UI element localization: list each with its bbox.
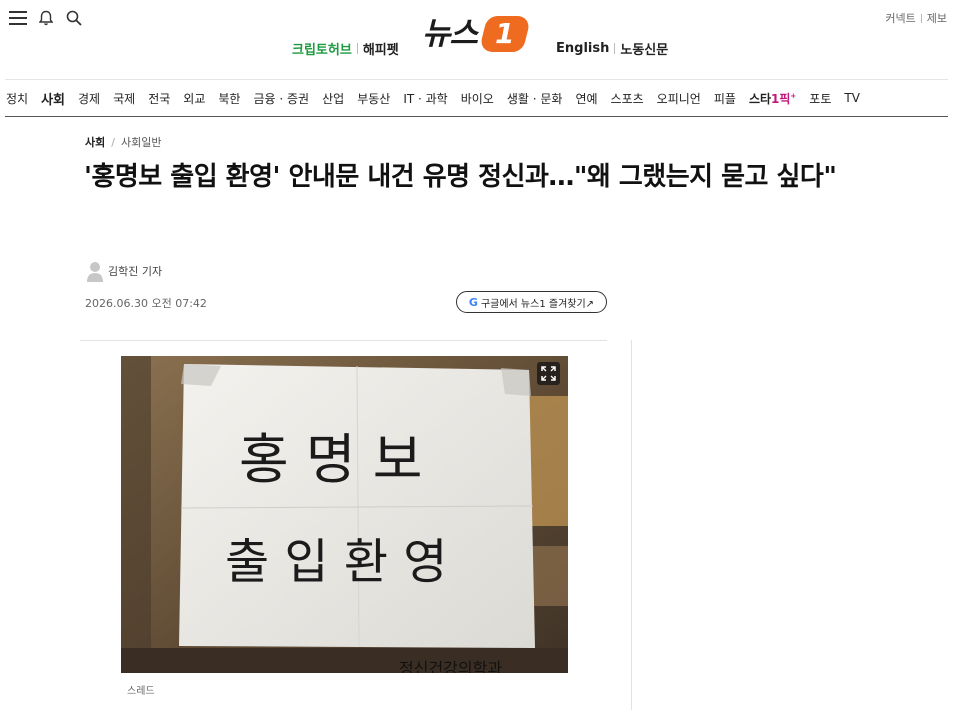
nav-item-opinion[interactable]: 오피니언 <box>657 90 701 107</box>
north-korea-news-link[interactable]: 노동신문 <box>620 39 668 58</box>
photo-illustration: 홍 명 보 출 입 환 영 정신건강의학과 <box>121 356 568 673</box>
nav-item-politics[interactable]: 정치 <box>6 90 28 107</box>
byline: 김학진 기자 <box>86 260 162 282</box>
logo-badge: 1 <box>478 16 532 52</box>
sub-links-left: 크립토허브 해피펫 <box>292 39 399 58</box>
sub-links-right: English 노동신문 <box>556 39 668 58</box>
nav-item-diplomacy[interactable]: 외교 <box>183 90 205 107</box>
breadcrumb-section[interactable]: 사회 <box>85 134 105 150</box>
google-icon: G <box>468 295 478 309</box>
nav-item-life-culture[interactable]: 생활 · 문화 <box>507 90 563 107</box>
google-bookmark-label: 구글에서 뉴스1 즐겨찾기↗ <box>480 298 595 310</box>
report-link[interactable]: 제보 <box>927 10 947 26</box>
star-pick-prefix: 스타 <box>748 91 772 106</box>
menu-icon[interactable] <box>8 8 28 28</box>
author-name[interactable]: 김학진 기자 <box>108 263 162 279</box>
nav-item-star-pick[interactable]: 스타1픽+ <box>749 90 796 107</box>
nav-item-national[interactable]: 전국 <box>148 90 170 107</box>
nav-item-real-estate[interactable]: 부동산 <box>357 90 390 107</box>
english-link[interactable]: English <box>556 41 609 56</box>
nav-item-it-science[interactable]: IT · 과학 <box>403 90 447 107</box>
nav-item-economy[interactable]: 경제 <box>78 90 100 107</box>
connect-link[interactable]: 커넥트 <box>885 10 915 26</box>
section-nav: 정치 사회 경제 국제 전국 외교 북한 금융 · 증권 산업 부동산 IT ·… <box>5 79 948 117</box>
top-bar: 뉴스 1 크립토허브 해피펫 English 노동신문 커넥트 제보 <box>0 0 960 78</box>
nav-item-people[interactable]: 피플 <box>714 90 736 107</box>
nav-item-entertainment[interactable]: 연예 <box>575 90 597 107</box>
nav-item-bio[interactable]: 바이오 <box>461 90 494 107</box>
article-photo[interactable]: 홍 명 보 출 입 환 영 정신건강의학과 <box>121 356 568 673</box>
breadcrumb-subsection[interactable]: 사회일반 <box>121 134 161 150</box>
divider <box>920 13 922 23</box>
nav-item-sports[interactable]: 스포츠 <box>611 90 644 107</box>
star-pick-suffix: 1픽 <box>771 91 791 106</box>
logo-badge-number: 1 <box>495 17 515 50</box>
breadcrumb: 사회 / 사회일반 <box>85 134 161 150</box>
photo-text-line2: 출 입 환 영 <box>225 534 447 590</box>
nav-item-photo[interactable]: 포토 <box>809 90 831 107</box>
expand-icon <box>541 366 556 381</box>
photo-caption: 스레드 <box>127 686 155 697</box>
expand-photo-button[interactable] <box>537 362 560 385</box>
header-divider <box>80 340 607 341</box>
logo-text: 뉴스 <box>422 16 478 52</box>
nav-item-tv[interactable]: TV <box>844 91 860 105</box>
bell-icon[interactable] <box>36 8 56 28</box>
column-divider <box>631 340 632 710</box>
nav-item-industry[interactable]: 산업 <box>322 90 344 107</box>
top-icon-group <box>8 8 84 28</box>
publish-date: 2026.06.30 오전 07:42 <box>85 297 207 310</box>
search-icon[interactable] <box>64 8 84 28</box>
nav-item-finance[interactable]: 금융 · 증권 <box>253 90 309 107</box>
nav-item-north-korea[interactable]: 북한 <box>218 90 240 107</box>
crypto-hub-link[interactable]: 크립토허브 <box>292 39 352 58</box>
photo-text-line1: 홍 명 보 <box>239 428 422 491</box>
google-bookmark-button[interactable]: G 구글에서 뉴스1 즐겨찾기↗ <box>456 291 607 313</box>
reporter-avatar-icon <box>87 262 103 282</box>
breadcrumb-separator: / <box>111 135 115 149</box>
nav-item-international[interactable]: 국제 <box>113 90 135 107</box>
site-logo[interactable]: 뉴스 1 <box>422 14 532 54</box>
happy-pet-link[interactable]: 해피펫 <box>363 39 399 58</box>
divider <box>614 43 616 54</box>
star-pick-mark: + <box>790 91 797 100</box>
divider <box>356 43 358 54</box>
top-right-links: 커넥트 제보 <box>885 10 947 26</box>
nav-item-society[interactable]: 사회 <box>41 89 65 108</box>
article-headline: '홍명보 출입 환영' 안내문 내건 유명 정신과…"왜 그랬는지 묻고 싶다" <box>84 162 837 192</box>
photo-bottom-text: 정신건강의학과 <box>399 659 502 673</box>
